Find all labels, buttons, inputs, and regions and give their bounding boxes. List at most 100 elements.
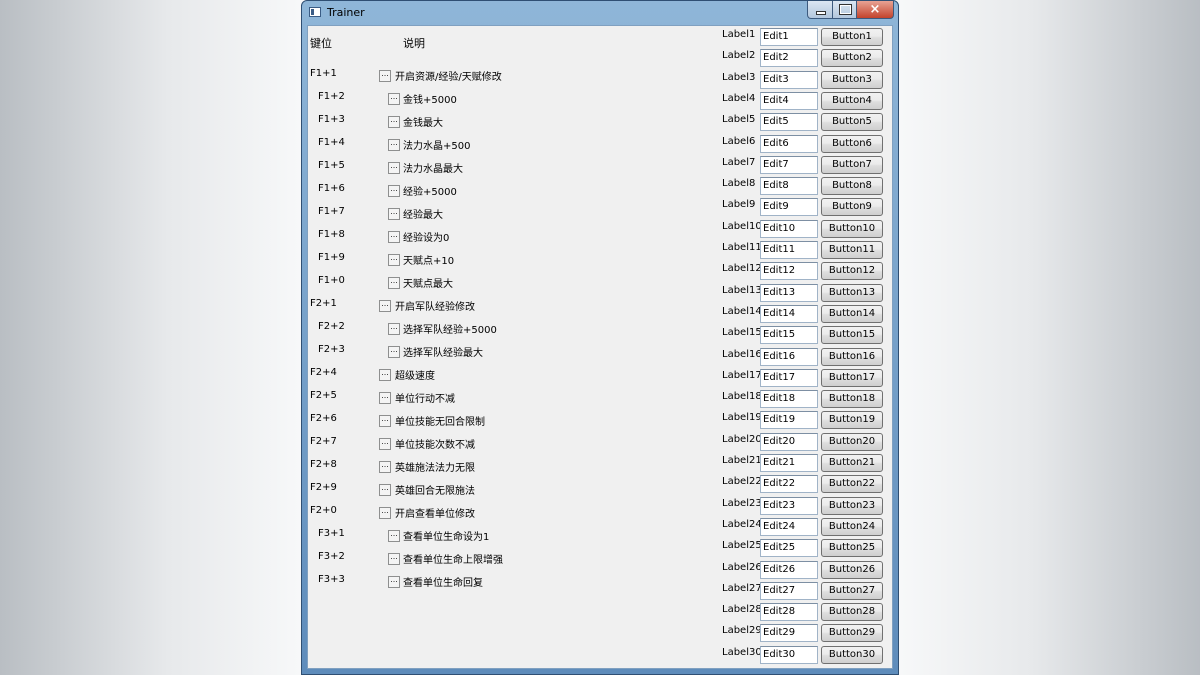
hotkey-description: 经验+5000	[403, 187, 457, 198]
control-button[interactable]: Button24	[821, 517, 883, 536]
control-edit-field[interactable]: Edit3	[760, 70, 818, 89]
control-edit-field[interactable]: Edit30	[760, 645, 818, 664]
control-edit-field[interactable]: Edit10	[760, 219, 818, 238]
control-edit-field[interactable]: Edit12	[760, 262, 818, 281]
key-column-header: 键位	[310, 37, 332, 50]
hotkey-toggle-button[interactable]: ...	[379, 392, 391, 404]
maximize-button[interactable]	[832, 1, 857, 19]
control-button[interactable]: Button27	[821, 581, 883, 600]
control-button[interactable]: Button14	[821, 304, 883, 323]
control-button[interactable]: Button13	[821, 283, 883, 302]
control-edit-field[interactable]: Edit21	[760, 454, 818, 472]
hotkey-toggle-button[interactable]: ...	[388, 323, 400, 335]
control-button[interactable]: Button12	[821, 262, 883, 281]
close-button[interactable]: ×	[856, 1, 894, 19]
hotkey-key: F2+2	[318, 321, 345, 332]
control-button[interactable]: Button8	[821, 177, 883, 196]
control-edit-field[interactable]: Edit17	[760, 368, 818, 387]
hotkey-toggle-button[interactable]: ...	[379, 369, 391, 381]
hotkey-toggle-button[interactable]: ...	[388, 185, 400, 197]
control-button[interactable]: Button25	[821, 539, 883, 558]
control-edit-field[interactable]: Edit28	[760, 603, 818, 622]
hotkey-toggle-button[interactable]: ...	[379, 461, 391, 473]
hotkey-toggle-button[interactable]: ...	[388, 93, 400, 105]
control-label: Label3	[722, 71, 756, 83]
hotkey-key: F1+5	[318, 160, 345, 171]
hotkey-toggle-button[interactable]: ...	[388, 116, 400, 128]
control-button[interactable]: Button26	[821, 560, 883, 579]
hotkey-toggle-button[interactable]: ...	[388, 208, 400, 220]
hotkey-toggle-button[interactable]: ...	[388, 162, 400, 174]
hotkey-toggle-button[interactable]: ...	[388, 254, 400, 266]
title-bar[interactable]: Trainer ×	[302, 1, 898, 25]
control-label: Label7	[722, 156, 756, 168]
control-edit-field[interactable]: Edit14	[760, 304, 818, 323]
control-button[interactable]: Button10	[821, 219, 883, 238]
control-edit-field[interactable]: Edit26	[760, 560, 818, 579]
control-edit-field[interactable]: Edit7	[760, 155, 818, 174]
hotkey-toggle-button[interactable]: ...	[379, 484, 391, 496]
control-edit-field[interactable]: Edit4	[760, 91, 818, 110]
control-button[interactable]: Button20	[821, 432, 883, 451]
hotkey-toggle-button[interactable]: ...	[388, 346, 400, 358]
control-button[interactable]: Button16	[821, 347, 883, 366]
hotkey-toggle-button[interactable]: ...	[388, 576, 400, 588]
control-edit-field[interactable]: Edit19	[760, 411, 818, 430]
control-button[interactable]: Button5	[821, 113, 883, 132]
control-edit-field[interactable]: Edit6	[760, 134, 818, 153]
control-edit-field[interactable]: Edit27	[760, 581, 818, 600]
control-edit-field[interactable]: Edit23	[760, 496, 818, 515]
control-button[interactable]: Button11	[821, 241, 883, 259]
control-edit-field[interactable]: Edit18	[760, 390, 818, 409]
hotkey-toggle-button[interactable]: ...	[388, 277, 400, 289]
control-button[interactable]: Button6	[821, 134, 883, 153]
hotkey-toggle-button[interactable]: ...	[379, 415, 391, 427]
control-edit-field[interactable]: Edit2	[760, 49, 818, 68]
hotkey-toggle-button[interactable]: ...	[388, 139, 400, 151]
control-edit-field[interactable]: Edit5	[760, 113, 818, 132]
control-edit-field[interactable]: Edit16	[760, 347, 818, 366]
hotkey-description: 开启资源/经验/天赋修改	[395, 72, 502, 83]
hotkey-key: F1+2	[318, 91, 345, 102]
control-button[interactable]: Button18	[821, 390, 883, 409]
control-edit-field[interactable]: Edit22	[760, 475, 818, 494]
control-edit-field[interactable]: Edit13	[760, 283, 818, 302]
control-edit-field[interactable]: Edit8	[760, 177, 818, 196]
control-button[interactable]: Button17	[821, 368, 883, 387]
control-edit-field[interactable]: Edit15	[760, 326, 818, 345]
control-label: Label12	[722, 263, 762, 275]
control-button[interactable]: Button28	[821, 603, 883, 622]
hotkey-toggle-button[interactable]: ...	[388, 530, 400, 542]
hotkey-toggle-button[interactable]: ...	[388, 231, 400, 243]
hotkey-toggle-button[interactable]: ...	[379, 300, 391, 312]
control-edit-field[interactable]: Edit20	[760, 432, 818, 451]
hotkey-key: F1+7	[318, 206, 345, 217]
control-button[interactable]: Button23	[821, 496, 883, 515]
control-button[interactable]: Button9	[821, 198, 883, 217]
hotkey-toggle-button[interactable]: ...	[379, 438, 391, 450]
hotkey-toggle-button[interactable]: ...	[379, 70, 391, 82]
control-edit-field[interactable]: Edit29	[760, 624, 818, 643]
control-edit-field[interactable]: Edit24	[760, 517, 818, 536]
control-button[interactable]: Button30	[821, 645, 883, 664]
control-button[interactable]: Button7	[821, 155, 883, 174]
minimize-button[interactable]	[807, 1, 833, 19]
hotkey-toggle-button[interactable]: ...	[388, 553, 400, 565]
control-label: Label27	[722, 582, 762, 594]
control-button[interactable]: Button19	[821, 411, 883, 430]
control-button[interactable]: Button1	[821, 28, 883, 46]
control-label: Label26	[722, 561, 762, 573]
control-button[interactable]: Button22	[821, 475, 883, 494]
control-button[interactable]: Button4	[821, 91, 883, 110]
control-button[interactable]: Button3	[821, 70, 883, 89]
control-edit-field[interactable]: Edit9	[760, 198, 818, 217]
control-edit-field[interactable]: Edit25	[760, 539, 818, 558]
control-button[interactable]: Button21	[821, 454, 883, 472]
hotkey-toggle-button[interactable]: ...	[379, 507, 391, 519]
hotkey-description: 经验最大	[403, 210, 443, 221]
control-button[interactable]: Button29	[821, 624, 883, 643]
control-edit-field[interactable]: Edit1	[760, 28, 818, 46]
control-button[interactable]: Button15	[821, 326, 883, 345]
control-button[interactable]: Button2	[821, 49, 883, 68]
control-edit-field[interactable]: Edit11	[760, 241, 818, 259]
